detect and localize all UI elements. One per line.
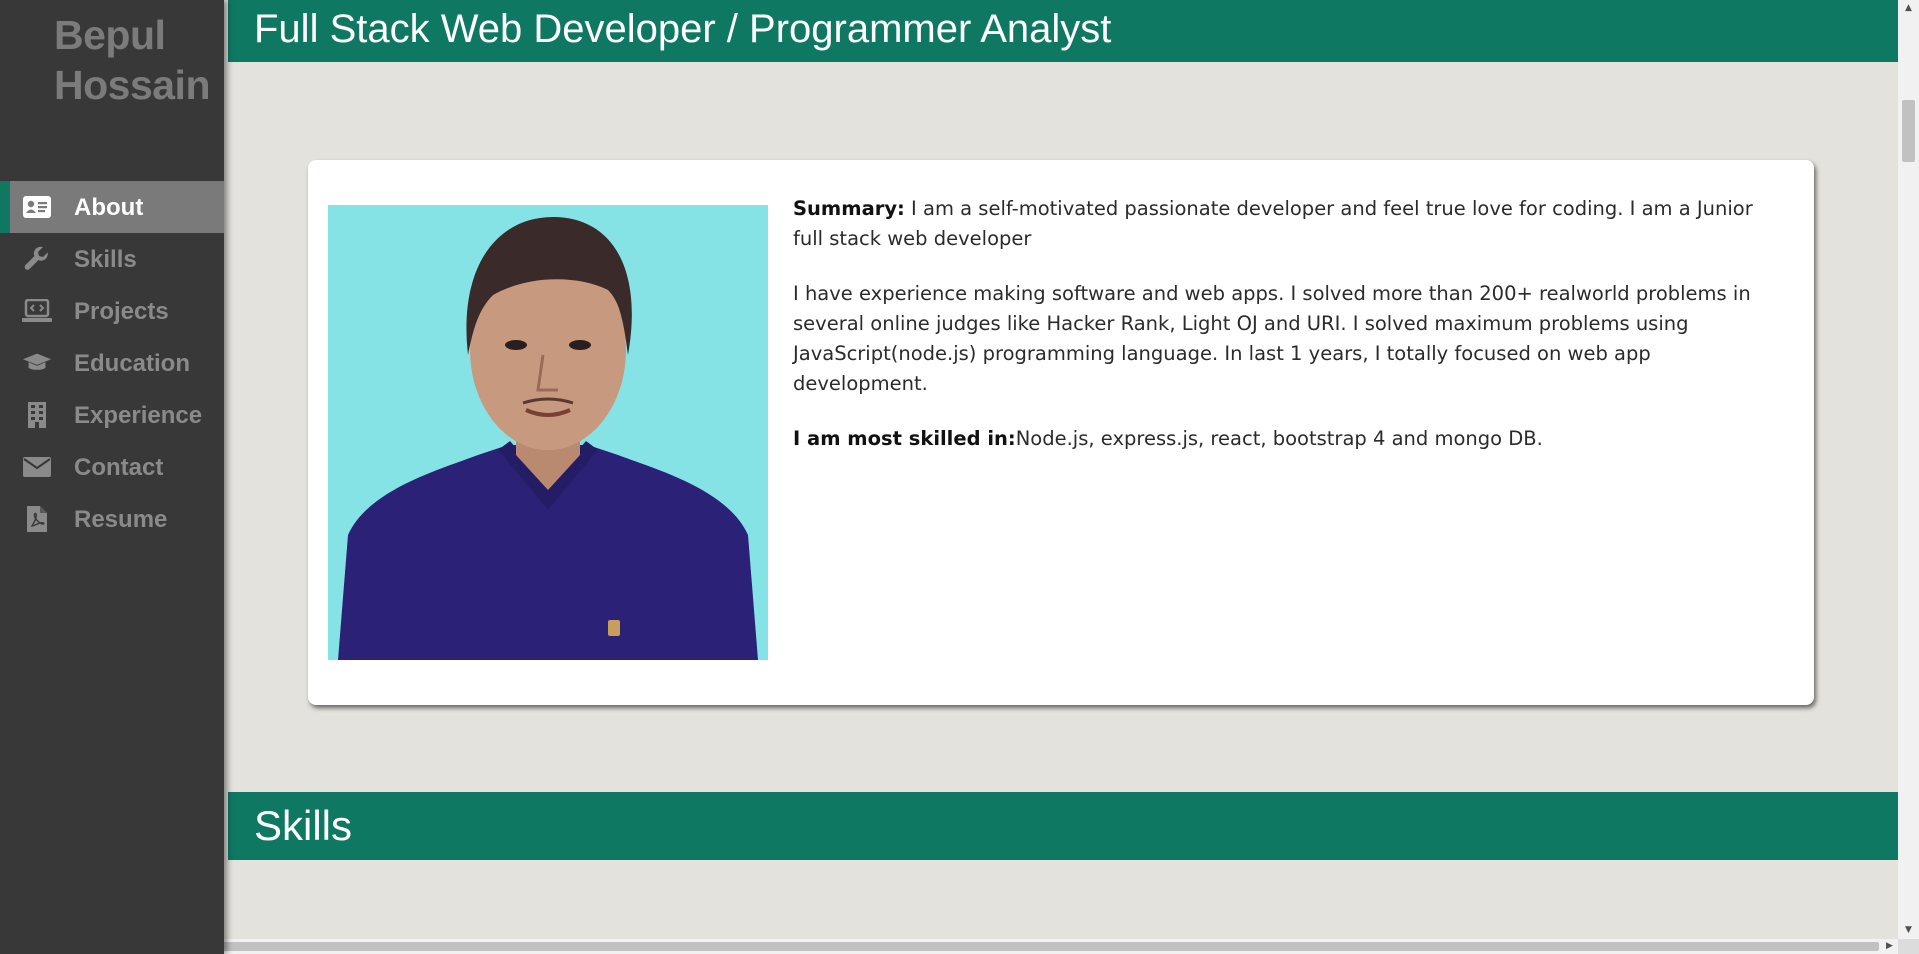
about-card: Summary: I am a self-motivated passionat… [308, 160, 1814, 705]
sidebar-item-skills[interactable]: Skills [0, 233, 224, 285]
vertical-scroll-thumb[interactable] [1902, 100, 1915, 162]
about-section-header: Full Stack Web Developer / Programmer An… [228, 0, 1898, 62]
sidebar-item-label: Projects [74, 298, 169, 325]
sidebar-item-about[interactable]: About [0, 181, 224, 233]
brand-first-name: Bepul [54, 12, 166, 58]
sidebar-item-label: Experience [74, 402, 203, 429]
envelope-icon [22, 452, 52, 482]
horizontal-scrollbar[interactable]: ◀ ▶ [0, 939, 1898, 954]
sidebar-item-label: Contact [74, 454, 164, 481]
skills-section-header: Skills [228, 792, 1898, 860]
scroll-down-icon[interactable]: ▼ [1898, 922, 1919, 939]
summary-paragraph: Summary: I am a self-motivated passionat… [793, 194, 1783, 254]
sidebar-item-resume[interactable]: Resume [0, 493, 224, 545]
sidebar-item-label: About [74, 194, 144, 221]
vertical-scrollbar[interactable]: ▲ ▼ [1898, 0, 1919, 939]
horizontal-scroll-thumb[interactable] [17, 942, 1879, 951]
brand-last-name: Hossain [54, 62, 211, 108]
skilled-text: Node.js, express.js, react, bootstrap 4 … [1015, 427, 1543, 450]
page-title: Full Stack Web Developer / Programmer An… [254, 7, 1112, 51]
sidebar-item-experience[interactable]: Experience [0, 389, 224, 441]
main-content: Full Stack Web Developer / Programmer An… [228, 0, 1898, 939]
profile-photo [328, 205, 768, 660]
experience-paragraph: I have experience making software and we… [793, 282, 1751, 395]
sidebar: Bepul Hossain About Skills Projects Educ… [0, 0, 224, 954]
about-text: Summary: I am a self-motivated passionat… [793, 194, 1783, 479]
graduation-cap-icon [22, 348, 52, 378]
wrench-icon [22, 244, 52, 274]
skills-title: Skills [254, 802, 353, 849]
pdf-file-icon [22, 504, 52, 534]
skilled-label: I am most skilled in: [793, 427, 1016, 450]
sidebar-item-contact[interactable]: Contact [0, 441, 224, 493]
brand-name[interactable]: Bepul Hossain [54, 10, 211, 110]
sidebar-nav: About Skills Projects Education Experien… [0, 181, 224, 545]
summary-label: Summary: [793, 197, 905, 220]
summary-text: I am a self-motivated passionate develop… [793, 197, 1753, 250]
sidebar-item-education[interactable]: Education [0, 337, 224, 389]
scroll-right-icon[interactable]: ▶ [1881, 939, 1898, 954]
laptop-code-icon [22, 296, 52, 326]
id-card-icon [22, 192, 52, 222]
skilled-paragraph: I am most skilled in:Node.js, express.js… [793, 424, 1783, 454]
sidebar-item-label: Skills [74, 246, 137, 273]
sidebar-item-label: Resume [74, 506, 168, 533]
sidebar-item-label: Education [74, 350, 191, 377]
sidebar-item-projects[interactable]: Projects [0, 285, 224, 337]
building-icon [22, 400, 52, 430]
scrollbar-corner [1898, 939, 1919, 954]
scroll-up-icon[interactable]: ▲ [1898, 0, 1919, 17]
